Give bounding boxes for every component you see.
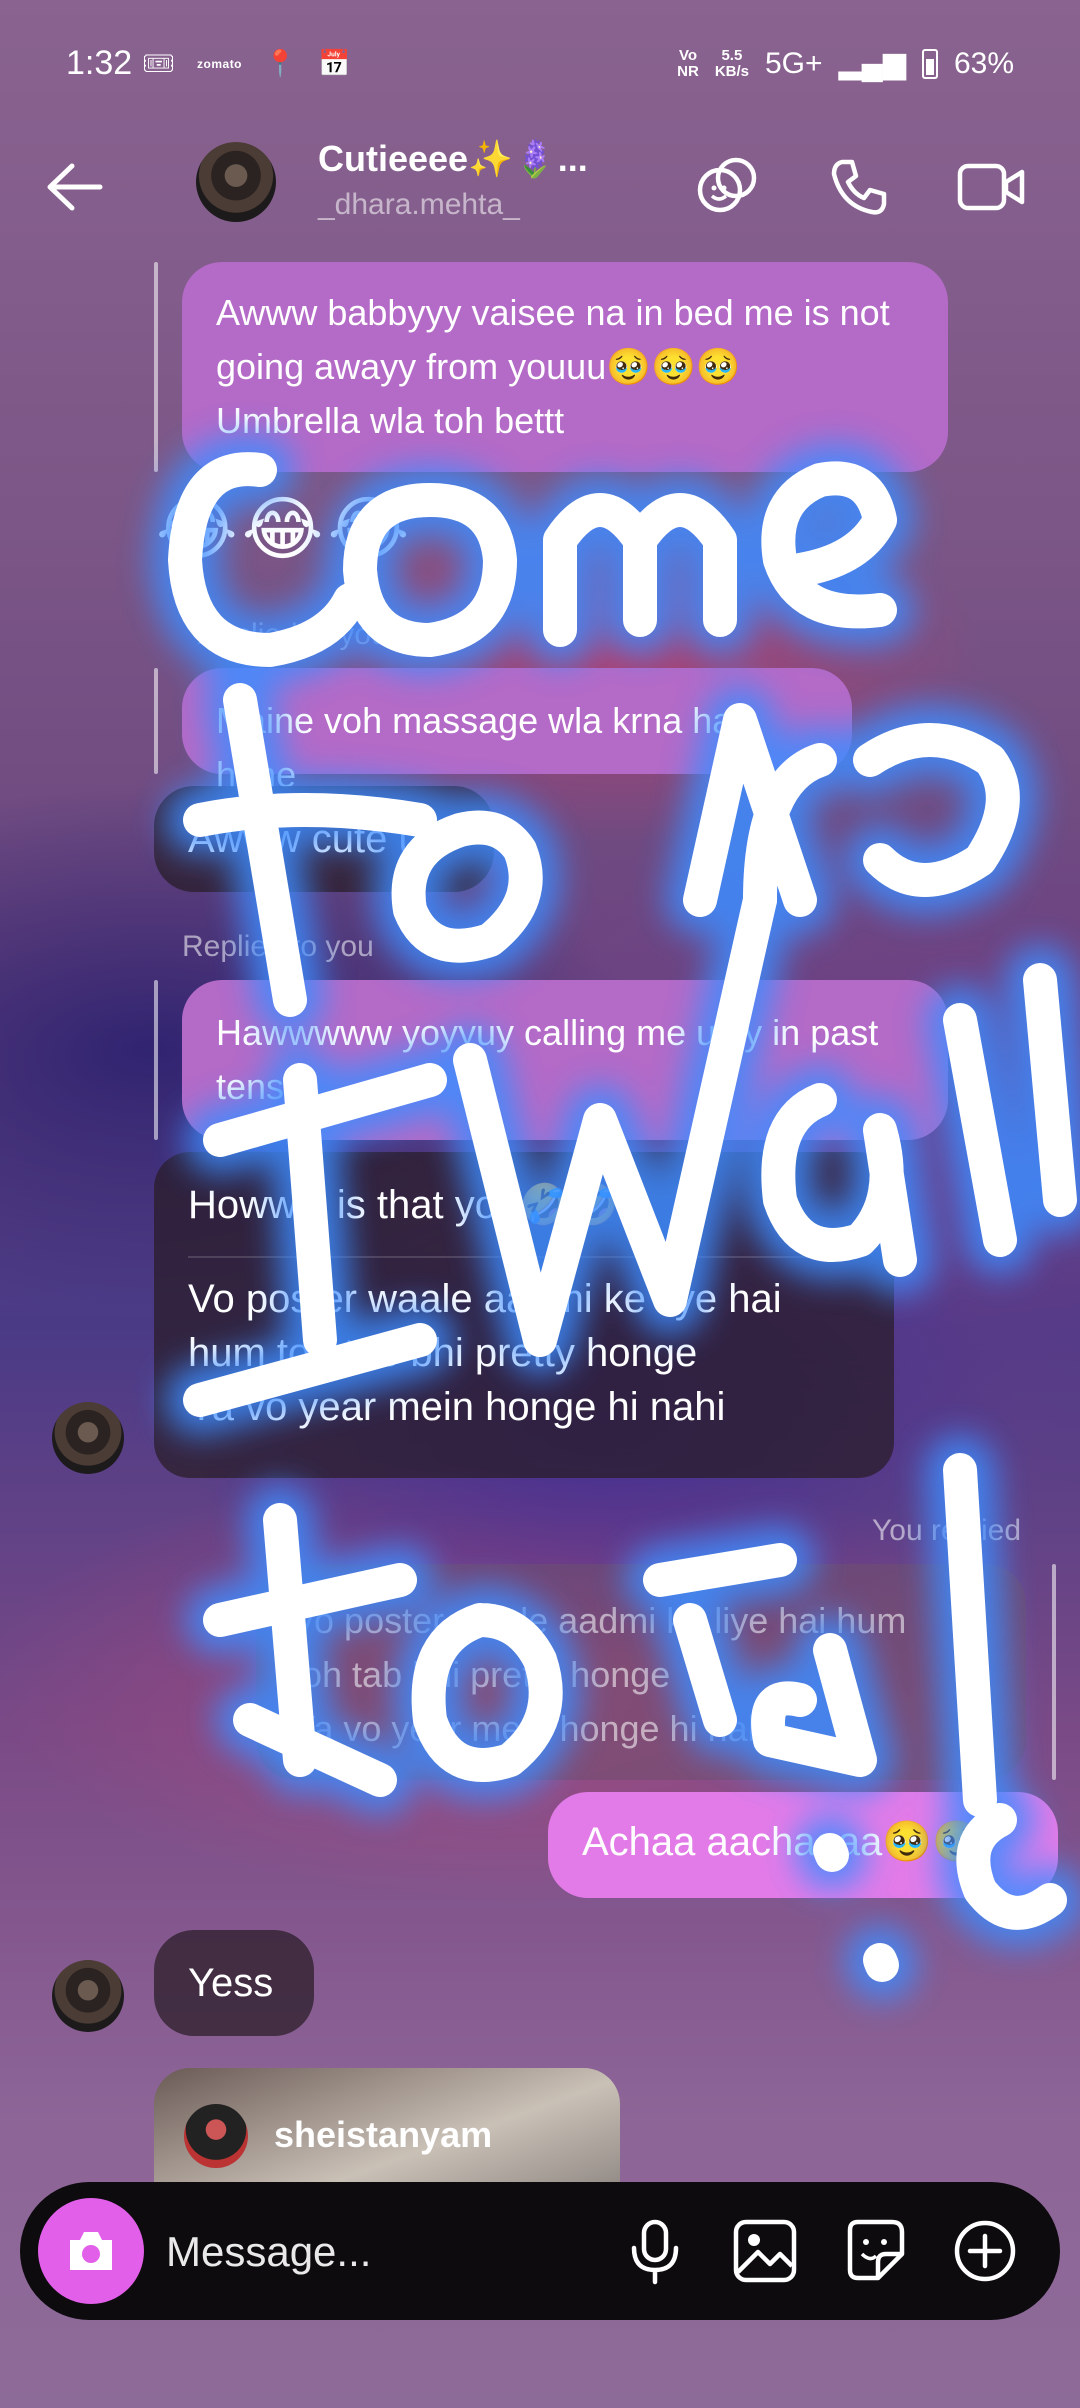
quoted-message[interactable]: Awww babbyyy vaisee na in bed me is not …: [182, 262, 948, 472]
add-more-icon[interactable]: [950, 2216, 1020, 2286]
shared-post-avatar: [184, 2104, 248, 2168]
camera-icon: [70, 2232, 112, 2270]
replied-label: Replied to you: [196, 618, 388, 651]
phone-call-icon[interactable]: [824, 152, 894, 222]
sender-avatar[interactable]: [52, 1960, 124, 2032]
location-icon: 📍: [264, 48, 297, 78]
message-text: Awww cute u: [188, 817, 421, 861]
shared-post-card[interactable]: sheistanyam: [154, 2068, 620, 2198]
gallery-icon[interactable]: [730, 2216, 800, 2286]
shared-post-username: sheistanyam: [274, 2114, 493, 2155]
battery-percent: 63%: [953, 46, 1014, 80]
message-text: Vo poster waale aadmi ke liye hai: [188, 1277, 782, 1321]
microphone-icon[interactable]: [620, 2216, 690, 2286]
status-bar: 1:32 🎟 zomato 📍 📅 Vo NR 5.5 KB/s 5G+ ▂▄▆ 6…: [0, 0, 1080, 130]
zomato-icon: zomato: [197, 56, 243, 71]
quoted-own-message[interactable]: Vo poster waale aadmi ke liye hai hum to…: [256, 1564, 1026, 1780]
signal-icon: ▂▄▆: [838, 47, 906, 80]
sticker-icon[interactable]: [840, 2216, 910, 2286]
message-text: Ya vo year mein honge hi nahi: [188, 1385, 726, 1429]
network-speed: 5.5 KB/s: [714, 46, 749, 80]
network-type: 5G+: [765, 46, 823, 80]
quoted-message[interactable]: Hawwwww yoyyuy calling me ugly in past t…: [182, 980, 948, 1140]
battery-icon: [921, 48, 938, 79]
volte-indicator: Vo NR: [677, 46, 699, 80]
message-text: toh tab bhi pretty honge: [292, 1654, 671, 1695]
ticket-icon: 🎟: [142, 48, 176, 78]
replied-label: You replied: [872, 1514, 1022, 1547]
chat-header: Cutieeee✨🪻... _dhara.mehta_: [0, 130, 1080, 240]
message-text: Hawwwww yoyyuy calling me ugly in past: [216, 1012, 879, 1053]
message-text: hum toh tab bhi pretty honge: [188, 1331, 698, 1375]
status-right: Vo NR 5.5 KB/s 5G+ ▂▄▆ 63%: [677, 46, 1014, 81]
quote-bar: [154, 262, 158, 472]
message-text: Vo poster waale aadmi ke liye hai hum: [292, 1600, 907, 1641]
message-composer: Message...: [20, 2182, 1060, 2320]
message-input[interactable]: Message...: [166, 2228, 371, 2276]
received-message[interactable]: Yess: [154, 1930, 314, 2036]
status-notification-icons: 🎟 zomato 📍 📅: [142, 48, 351, 79]
message-text: going awayy from youuu🥹🥹🥹: [216, 346, 741, 387]
quoted-message[interactable]: Maine voh massage wla krna hai hehe: [182, 668, 852, 795]
sender-avatar[interactable]: [52, 1402, 124, 1474]
received-message[interactable]: Howww is that you🤣🤣 Vo poster waale aadm…: [154, 1152, 894, 1478]
back-arrow-icon[interactable]: [40, 152, 110, 222]
message-text: tense: [216, 1066, 305, 1107]
quote-bar: [154, 980, 158, 1140]
quote-bar: [154, 668, 158, 774]
message-text: Umbrella wla toh bettt: [216, 400, 565, 441]
message-text: Achaa aachaaaa🥹🥹: [582, 1820, 982, 1864]
received-message[interactable]: Awww cute u: [154, 786, 494, 892]
sticker-faces-icon[interactable]: [692, 152, 762, 222]
message-text: Ya vo year mein honge hi nahi: [292, 1708, 776, 1749]
sent-message[interactable]: Achaa aachaaaa🥹🥹: [548, 1792, 1058, 1898]
status-time: 1:32: [66, 44, 133, 82]
contact-name[interactable]: Cutieeee✨🪻...: [318, 138, 588, 180]
contact-handle[interactable]: _dhara.mehta_: [318, 188, 520, 222]
message-text: Howww is that you🤣🤣: [188, 1178, 860, 1258]
video-call-icon[interactable]: [956, 152, 1026, 222]
quote-bar: [1052, 1564, 1056, 1780]
contact-avatar[interactable]: [196, 142, 276, 222]
calendar-icon: 📅: [318, 48, 351, 78]
replied-label: Replied to you: [182, 930, 374, 963]
message-text: Yess: [188, 1961, 274, 2005]
message-text: Awww babbyyy vaisee na in bed me is not: [216, 292, 890, 333]
camera-button[interactable]: [38, 2198, 144, 2304]
emoji-message[interactable]: 😂😂😂: [156, 488, 413, 570]
